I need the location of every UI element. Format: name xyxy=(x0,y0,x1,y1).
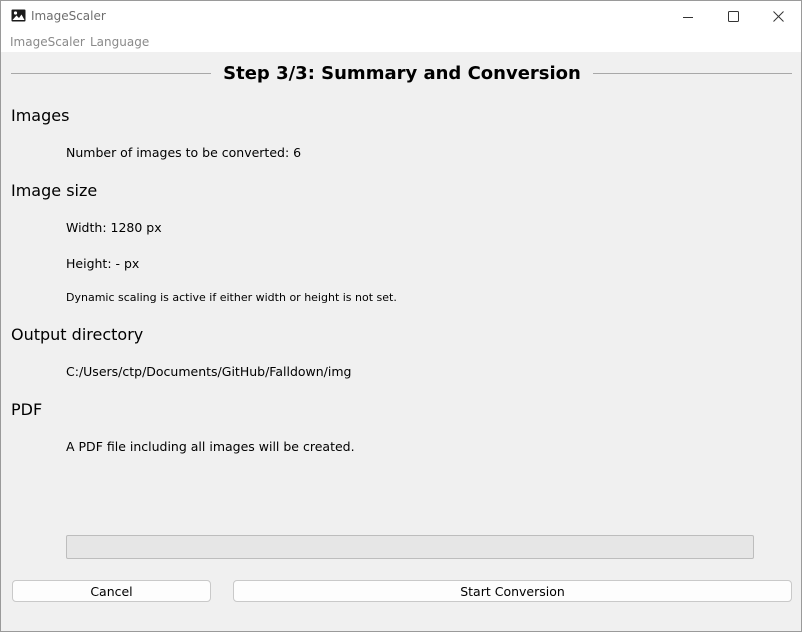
minimize-icon xyxy=(683,16,693,18)
minimize-button[interactable] xyxy=(665,1,711,32)
section-image-size-title: Image size xyxy=(11,181,98,200)
maximize-button[interactable] xyxy=(710,1,756,32)
height-text: Height: - px xyxy=(66,256,140,271)
close-button[interactable] xyxy=(755,1,801,32)
maximize-icon xyxy=(727,11,739,22)
image-icon xyxy=(11,9,26,22)
dynamic-scaling-note: Dynamic scaling is active if either widt… xyxy=(66,291,397,304)
header-divider-right xyxy=(593,73,792,74)
section-output-title: Output directory xyxy=(11,325,144,344)
progress-bar xyxy=(66,535,754,559)
menu-language[interactable]: Language xyxy=(90,35,149,49)
start-conversion-button[interactable]: Start Conversion xyxy=(233,580,792,602)
section-pdf-title: PDF xyxy=(11,400,43,419)
header-divider-left xyxy=(11,73,211,74)
title-bar[interactable]: ImageScaler xyxy=(1,1,801,32)
section-images-title: Images xyxy=(11,106,70,125)
output-path-text: C:/Users/ctp/Documents/GitHub/Falldown/i… xyxy=(66,364,352,379)
app-window: ImageScaler ImageScaler Language Step 3/… xyxy=(0,0,802,632)
step-title: Step 3/3: Summary and Conversion xyxy=(223,63,581,84)
cancel-button[interactable]: Cancel xyxy=(12,580,211,602)
pdf-info-text: A PDF file including all images will be … xyxy=(66,439,355,454)
images-count-text: Number of images to be converted: 6 xyxy=(66,145,302,160)
close-icon xyxy=(772,11,784,22)
window-title: ImageScaler xyxy=(31,9,106,23)
menu-bar: ImageScaler Language xyxy=(1,32,801,52)
menu-imagescaler[interactable]: ImageScaler xyxy=(10,35,85,49)
width-text: Width: 1280 px xyxy=(66,220,162,235)
